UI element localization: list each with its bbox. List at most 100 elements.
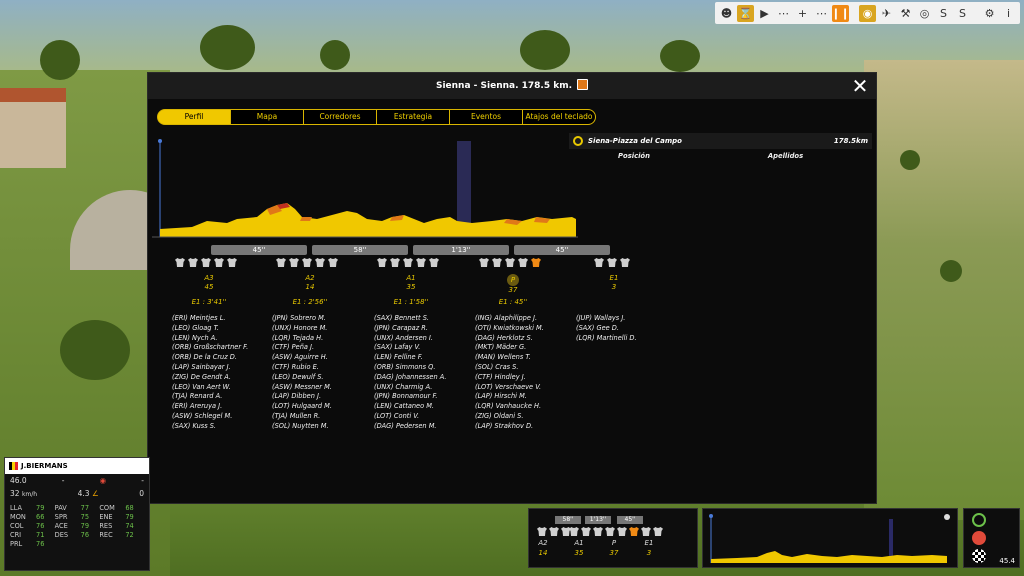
group-label: P 37 (507, 274, 519, 294)
tab-mapa[interactable]: Mapa (230, 109, 304, 125)
rider-entry[interactable]: (LOT) Verschaeve V. (475, 383, 575, 393)
plane-icon[interactable]: ✈ (878, 5, 895, 22)
rider-entry[interactable]: (TJA) Mullen R. (272, 412, 372, 422)
pause-icon[interactable]: ❙❙ (831, 4, 850, 22)
rider-entry[interactable]: (LEN) Felline F. (374, 353, 474, 363)
tab-estrategia[interactable]: Estrategia (376, 109, 450, 125)
rider-entry[interactable]: (JPN) Sobrero M. (272, 314, 372, 324)
rider-list: (JPN) Sobrero M. (UNX) Honore M. (LQR) Tej… (272, 314, 372, 432)
rider-entry[interactable]: (UNX) Honore M. (272, 324, 372, 334)
rider-card[interactable]: J.BIERMANS 46.0 - ◉ - 32 km/h 4.3 ∠ 0 LL… (4, 457, 150, 571)
rider-entry[interactable]: (LAP) Strakhov D. (475, 422, 575, 432)
rider-entry[interactable]: (LAP) Dibben J. (272, 392, 372, 402)
col-position: Posición (618, 152, 650, 160)
alert-icon[interactable] (972, 531, 986, 545)
rider-entry[interactable]: (LAP) Sainbayar J. (172, 363, 272, 373)
rider-entry[interactable]: (DAG) Johannessen A. (374, 373, 474, 383)
rider-entry[interactable]: (CTF) Peña J. (272, 343, 372, 353)
tab-atajos[interactable]: Atajos del teclado (522, 109, 596, 125)
rider-entry[interactable]: (MKT) Mäder G. (475, 343, 575, 353)
stat: CRI 71 (10, 531, 45, 539)
group-gap: E1 : 2'56'' (292, 298, 328, 306)
finish-panel: Siena-Piazza del Campo 178.5km Posición … (569, 133, 872, 493)
rider-entry[interactable]: (CTF) Rubio E. (272, 363, 372, 373)
s-icon[interactable]: S (935, 5, 952, 22)
rider-entry[interactable]: (ASW) Schlegel M. (172, 412, 272, 422)
gradient-icon: ∠ (91, 489, 99, 498)
rider-entry[interactable]: (ERI) Meintjes L. (172, 314, 272, 324)
sprint-icon[interactable]: S (954, 5, 971, 22)
play-icon[interactable]: ▶ (756, 5, 773, 22)
info-icon[interactable]: i (1000, 5, 1017, 22)
rider-entry[interactable]: (ASW) Aguirre H. (272, 353, 372, 363)
rider-entry[interactable]: (LEO) Dewulf S. (272, 373, 372, 383)
tab-perfil[interactable]: Perfil (157, 109, 231, 125)
rider-entry[interactable]: (SAX) Bennett S. (374, 314, 474, 324)
jersey-icon (315, 258, 325, 267)
rider-entry[interactable]: (MAN) Wellens T. (475, 353, 575, 363)
rider-entry[interactable]: (ZIG) Oldani S. (475, 412, 575, 422)
rider-entry[interactable]: (SAX) Lafay V. (374, 343, 474, 353)
stage-dialog: Sienna - Sienna. 178.5 km. ✕ Perfil Mapa… (147, 72, 877, 504)
rider-entry[interactable]: (ORB) Großschartner F. (172, 343, 272, 353)
rider-entry[interactable]: (ORB) Simmons Q. (374, 363, 474, 373)
fast-icon[interactable]: ⋯ (813, 5, 830, 22)
rider-entry[interactable]: (JPN) Bonnamour F. (374, 392, 474, 402)
rider-entry[interactable]: (UNX) Charmig A. (374, 383, 474, 393)
stage-profile (152, 137, 578, 241)
rider-entry[interactable]: (ING) Alaphilippe J. (475, 314, 575, 324)
rider-entry[interactable]: (LAP) Hirschi M. (475, 392, 575, 402)
eye-icon[interactable]: ◉ (859, 4, 876, 22)
mini-jerseys (569, 527, 603, 536)
rider-entry[interactable]: (LEN) Nych A. (172, 334, 272, 344)
mini-race-overview[interactable]: 58'' 1'13'' 45'' A2 A1 P E1 14 35 37 3 (528, 508, 698, 568)
wrench-icon[interactable]: ⚒ (897, 5, 914, 22)
rider-entry[interactable]: (ASW) Messner M. (272, 383, 372, 393)
tab-corredores[interactable]: Corredores (303, 109, 377, 125)
tree (520, 30, 570, 70)
jersey-icon (390, 258, 400, 267)
hourglass-icon[interactable]: ⌛ (737, 4, 754, 22)
rider-entry[interactable]: (TJA) Renard A. (172, 392, 272, 402)
rider-entry[interactable]: (LQR) Vanhaucke H. (475, 402, 575, 412)
stat: REC 72 (99, 531, 134, 539)
rider-speed-row: 32 km/h 4.3 ∠ 0 (5, 487, 149, 500)
rider-entry[interactable]: (ERI) Areruya J. (172, 402, 272, 412)
rider-entry[interactable]: (DAG) Pedersen M. (374, 422, 474, 432)
close-icon[interactable]: ✕ (850, 76, 870, 96)
settings-icon[interactable]: ⚙ (981, 5, 998, 22)
rider-entry[interactable]: (ZIG) De Gendt A. (172, 373, 272, 383)
rider-entry[interactable]: (CTF) Hindley J. (475, 373, 575, 383)
jersey-icon (214, 258, 224, 267)
rider-entry[interactable]: (UNX) Andersen I. (374, 334, 474, 344)
finish-flag-icon[interactable] (972, 549, 986, 563)
rider-entry[interactable]: (ORB) De la Cruz D. (172, 353, 272, 363)
person-icon[interactable]: ☻ (718, 5, 735, 22)
rider-entry[interactable]: (LQR) Tejada H. (272, 334, 372, 344)
tree (40, 40, 80, 80)
rider-entry[interactable]: (SOL) Nuytten M. (272, 422, 372, 432)
rider-entry[interactable]: (OTI) Kwiatkowski M. (475, 324, 575, 334)
jersey-icon (569, 527, 579, 536)
rider-entry[interactable]: (LOT) Conti V. (374, 412, 474, 422)
rider-entry[interactable]: (SOL) Cras S. (475, 363, 575, 373)
stat: MON 66 (10, 513, 45, 521)
rider-entry[interactable]: (LEN) Cattaneo M. (374, 402, 474, 412)
zoom-in-icon[interactable]: + (794, 5, 811, 22)
jersey-icon (531, 258, 541, 267)
rider-entry[interactable]: (LEO) Van Aert W. (172, 383, 272, 393)
tab-eventos[interactable]: Eventos (449, 109, 523, 125)
stat: SPR 75 (54, 513, 90, 521)
farmhouse (0, 88, 66, 168)
rider-entry[interactable]: (LEO) Gloag T. (172, 324, 272, 334)
rider-entry[interactable]: (JPN) Carapaz R. (374, 324, 474, 334)
rider-entry[interactable]: (LOT) Hulgaard M. (272, 402, 372, 412)
rider-entry[interactable]: (SAX) Kuss S. (172, 422, 272, 432)
mini-stage-profile[interactable] (702, 508, 958, 568)
rider-speed: 46.0 (10, 476, 27, 485)
jersey-icon (302, 258, 312, 267)
rider-entry[interactable]: (DAG) Herklotz S. (475, 334, 575, 344)
money-icon[interactable] (972, 513, 986, 527)
target-icon[interactable]: ◎ (916, 5, 933, 22)
fast-forward-icon[interactable]: ⋯ (775, 5, 792, 22)
